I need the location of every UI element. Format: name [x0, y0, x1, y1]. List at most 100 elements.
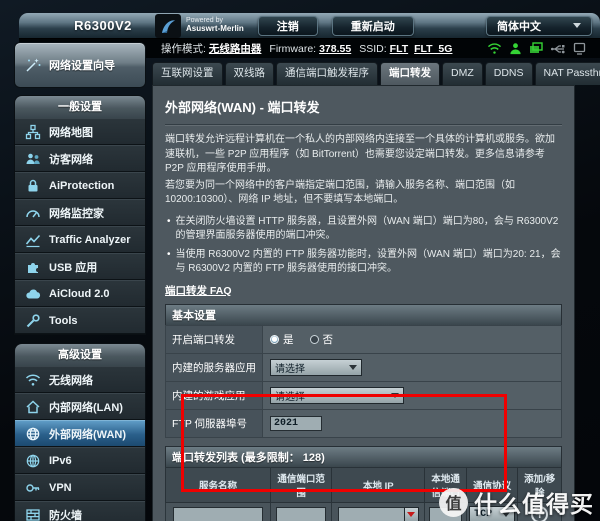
sidebar-item-label: USB 应用	[49, 261, 98, 274]
wifi-icon	[24, 372, 41, 388]
service-name-input[interactable]	[173, 506, 263, 521]
main-panel: 外部网络(WAN) - 端口转发 端口转发允许远程计算机在一个私人的内部网络内连…	[152, 85, 575, 521]
note-item: • 在关闭防火墙设置 HTTP 服务器，且设置外网（WAN 端口）端口为80，会与…	[165, 215, 562, 243]
language-label: 简体中文	[497, 20, 541, 33]
top-bar: R6300V2 Powered by Asuswrt-Merlin 注销 重新启…	[19, 13, 600, 39]
description-paragraph-2: 若您要为同一个网络中的客户端指定端口范围，请输入服务名称、端口范围（如 1020…	[165, 179, 515, 206]
port-range-input[interactable]	[275, 506, 327, 521]
bullet-dot: •	[167, 248, 171, 260]
watermark-text: 什么值得买	[474, 491, 594, 517]
tab-dmz[interactable]: DMZ	[442, 62, 483, 85]
wan-tabs: 互联网设置 双线路 通信端口触发程序 端口转发 DMZ DDNS NAT Pas…	[152, 62, 600, 85]
tab-port-forwarding[interactable]: 端口转发	[380, 62, 440, 85]
sidebar-advanced-section: 高级设置 无线网络 内部网络(LAN) 外部网络(WAN) IPv6 VPN 防…	[14, 343, 146, 521]
sidebar-item-wireless[interactable]: 无线网络	[15, 366, 145, 393]
col-local-ip: 本地 IP	[331, 466, 426, 503]
op-mode-link[interactable]: 无线路由器	[209, 41, 262, 56]
merlin-logo-icon	[155, 13, 181, 38]
clients-status-icon[interactable]	[509, 42, 522, 55]
language-dropdown[interactable]: 简体中文	[486, 15, 592, 36]
col-service-name: 服务名称	[165, 466, 271, 503]
tab-ddns[interactable]: DDNS	[484, 62, 533, 85]
firmware-link[interactable]: 378.55	[319, 43, 351, 55]
local-ip-combo	[337, 506, 419, 521]
usb-status-icon[interactable]	[550, 43, 566, 55]
tab-port-trigger[interactable]: 通信端口触发程序	[276, 62, 378, 85]
smzdm-logo-icon: 值	[439, 487, 468, 517]
enable-port-forwarding-label: 开启端口转发	[165, 324, 263, 354]
sidebar-item-firewall[interactable]: 防火墙	[15, 501, 145, 521]
vpn-icon	[24, 480, 41, 496]
guest-network-icon	[24, 151, 41, 167]
selected-option: 请选择	[275, 363, 305, 375]
radio-yes[interactable]	[270, 334, 279, 344]
table-row: FTP 伺服器埠号	[165, 408, 562, 438]
sidebar-item-lan[interactable]: 内部网络(LAN)	[15, 393, 145, 420]
sidebar-item-label: AiProtection	[49, 179, 115, 192]
sidebar-item-traffic-analyzer[interactable]: Traffic Analyzer	[15, 226, 145, 253]
sidebar-item-aicloud[interactable]: AiCloud 2.0	[15, 280, 145, 307]
famous-server-select[interactable]: 请选择	[270, 358, 362, 376]
note-item: • 当使用 R6300V2 内置的 FTP 服务器功能时，设置外网（WAN 端口）…	[165, 248, 562, 276]
sidebar-item-label: Tools	[49, 314, 78, 327]
table-row: 内建的服务器应用 请选择	[165, 352, 562, 382]
sidebar-item-label: AiCloud 2.0	[49, 287, 110, 300]
ssid-5g-link[interactable]: FLT_5G	[414, 43, 452, 55]
table-row: 内建的游戏应用 请选择	[165, 380, 562, 410]
status-icons	[487, 42, 586, 55]
tab-dual-wan[interactable]: 双线路	[224, 62, 274, 85]
router-admin-page: R6300V2 Powered by Asuswrt-Merlin 注销 重新启…	[0, 0, 600, 521]
sidebar-item-network-map[interactable]: 网络地图	[15, 118, 145, 145]
advanced-settings-header: 高级设置	[15, 344, 145, 366]
sidebar-item-qos[interactable]: 网络监控家	[15, 199, 145, 226]
radio-yes-label: 是	[283, 333, 294, 346]
famous-game-label: 内建的游戏应用	[165, 380, 263, 410]
chevron-down-icon	[391, 392, 399, 398]
magic-wand-icon	[26, 58, 41, 72]
sidebar-item-label: 网络地图	[49, 126, 93, 139]
sidebar-item-wan[interactable]: 外部网络(WAN)	[15, 420, 145, 447]
page-title: 外部网络(WAN) - 端口转发	[165, 94, 562, 125]
chevron-down-icon	[407, 511, 416, 517]
ssid-2g-link[interactable]: FLT	[390, 43, 408, 55]
sidebar-item-vpn[interactable]: VPN	[15, 474, 145, 501]
chevron-down-icon	[349, 364, 357, 370]
device-status-icon[interactable]	[573, 42, 586, 55]
reboot-button[interactable]: 重新启动	[331, 15, 414, 36]
famous-game-select[interactable]: 请选择	[270, 386, 404, 404]
sidebar-item-label: 内部网络(LAN)	[49, 401, 123, 414]
table-row: 开启端口转发 是 否	[165, 324, 562, 354]
sidebar: 网络设置向导 一般设置 网络地图 访客网络 AiProtection 网络监控家	[14, 42, 146, 521]
sidebar-item-ipv6[interactable]: IPv6	[15, 447, 145, 474]
basic-config-table: 开启端口转发 是 否 内建的服务器应用 请选择 内建的游戏应用 请选择 FTP …	[165, 324, 562, 438]
tab-internet-connection[interactable]: 互联网设置	[152, 62, 223, 85]
tab-nat-passthrough[interactable]: NAT Passthrough	[534, 62, 600, 85]
globe-icon	[24, 426, 41, 442]
wifi-status-icon[interactable]	[487, 42, 502, 55]
sidebar-item-label: 网络监控家	[49, 207, 104, 220]
sidebar-item-usb-application[interactable]: USB 应用	[15, 253, 145, 280]
powered-by-text: Powered by Asuswrt-Merlin	[186, 17, 244, 33]
radio-no[interactable]	[309, 334, 319, 344]
printer-status-icon[interactable]	[529, 42, 543, 55]
port-forwarding-faq-link[interactable]: 端口转发 FAQ	[165, 283, 232, 298]
local-ip-dropdown-button[interactable]	[403, 506, 419, 521]
sidebar-item-tools[interactable]: Tools	[15, 307, 145, 334]
sidebar-item-label: VPN	[49, 481, 72, 494]
sidebar-item-aiprotection[interactable]: AiProtection	[15, 172, 145, 199]
gauge-icon	[24, 205, 41, 221]
firewall-icon	[24, 507, 41, 521]
description-paragraph-1: 端口转发允许远程计算机在一个私人的内部网络内连接至一个具体的计算机或服务。欲加速…	[165, 134, 555, 174]
chart-line-icon	[24, 232, 41, 248]
puzzle-icon	[24, 259, 41, 275]
sidebar-item-guest-network[interactable]: 访客网络	[15, 145, 145, 172]
ftp-port-input[interactable]	[270, 415, 322, 431]
firmware-label: Firmware:	[269, 42, 317, 55]
bullet-dot: •	[167, 215, 171, 227]
sidebar-item-quick-setup[interactable]: 网络设置向导	[14, 42, 146, 88]
sidebar-item-label: IPv6	[49, 454, 72, 467]
logout-button[interactable]: 注销	[257, 15, 318, 36]
local-ip-input[interactable]	[337, 506, 404, 521]
sidebar-item-label: 访客网络	[49, 153, 93, 166]
sidebar-item-label: 网络设置向导	[49, 60, 115, 72]
